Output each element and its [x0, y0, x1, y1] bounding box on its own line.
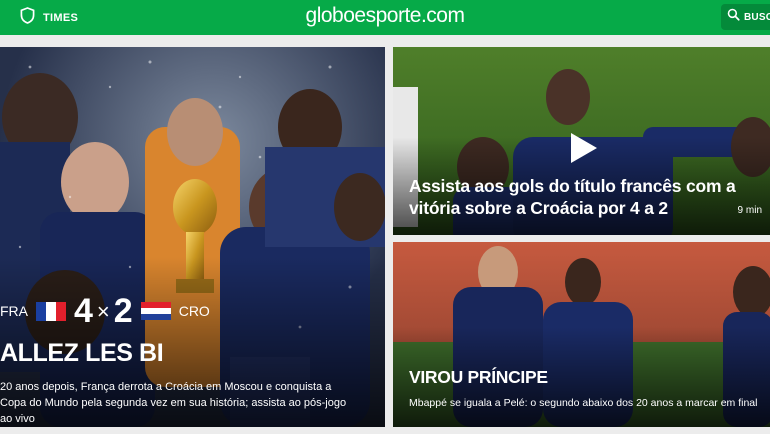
main-headline[interactable]: ALLEZ LES BI [0, 339, 164, 368]
away-team: CRO [178, 303, 210, 319]
celebration-photo [0, 47, 385, 427]
score-separator: × [96, 299, 110, 324]
france-flag-icon [36, 301, 66, 321]
search-icon [727, 8, 740, 26]
home-score: 4 [74, 291, 93, 330]
match-score: FRA 4 × 2 CRO [0, 290, 210, 332]
site-header: TIMES globoesporte.com BUSCA [0, 0, 770, 35]
side-story-card[interactable]: VIROU PRÍNCIPE Mbappé se iguala a Pelé: … [393, 242, 770, 427]
site-logo[interactable]: globoesporte.com [0, 4, 770, 28]
video-story-card[interactable]: Assista aos gols do título francês com a… [393, 47, 770, 235]
main-summary: 20 anos depois, França derrota a Croácia… [0, 381, 347, 425]
home-team: FRA [0, 303, 28, 319]
croatia-flag-icon [140, 301, 171, 321]
away-score: 2 [113, 291, 133, 330]
side-story-title[interactable]: VIROU PRÍNCIPE [409, 367, 548, 388]
play-icon[interactable] [569, 131, 599, 165]
video-duration: 9 min [737, 205, 762, 216]
main-story-card[interactable]: FRA 4 × 2 CRO ALLEZ LES BI 20 anos depoi… [0, 47, 385, 427]
side-story-summary: Mbappé se iguala a Pelé: o segundo abaix… [409, 397, 758, 409]
video-title[interactable]: Assista aos gols do título francês com a… [409, 175, 749, 219]
search-label: BUSCA [744, 11, 770, 23]
search-button[interactable]: BUSCA [721, 4, 770, 30]
